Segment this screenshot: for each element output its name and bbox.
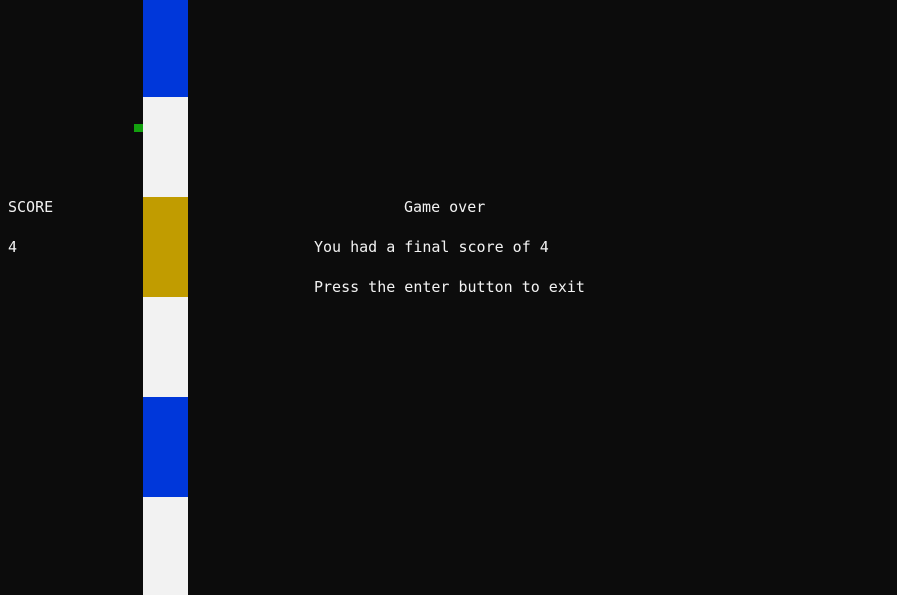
- road-segment-white: [143, 97, 188, 197]
- road-segment-white: [143, 497, 188, 595]
- road-segment-white: [143, 297, 188, 397]
- exit-prompt: Press the enter button to exit: [314, 278, 585, 296]
- road-segment-blue: [143, 0, 188, 97]
- player-marker: [134, 124, 143, 132]
- road-segment-blue: [143, 397, 188, 497]
- final-score-message: You had a final score of 4: [314, 238, 549, 256]
- score-label: SCORE: [8, 198, 54, 216]
- road-segment-yellow: [143, 197, 188, 297]
- score-value: 4: [8, 238, 18, 256]
- game-over-title: Game over: [404, 198, 486, 216]
- road-column: [143, 0, 188, 595]
